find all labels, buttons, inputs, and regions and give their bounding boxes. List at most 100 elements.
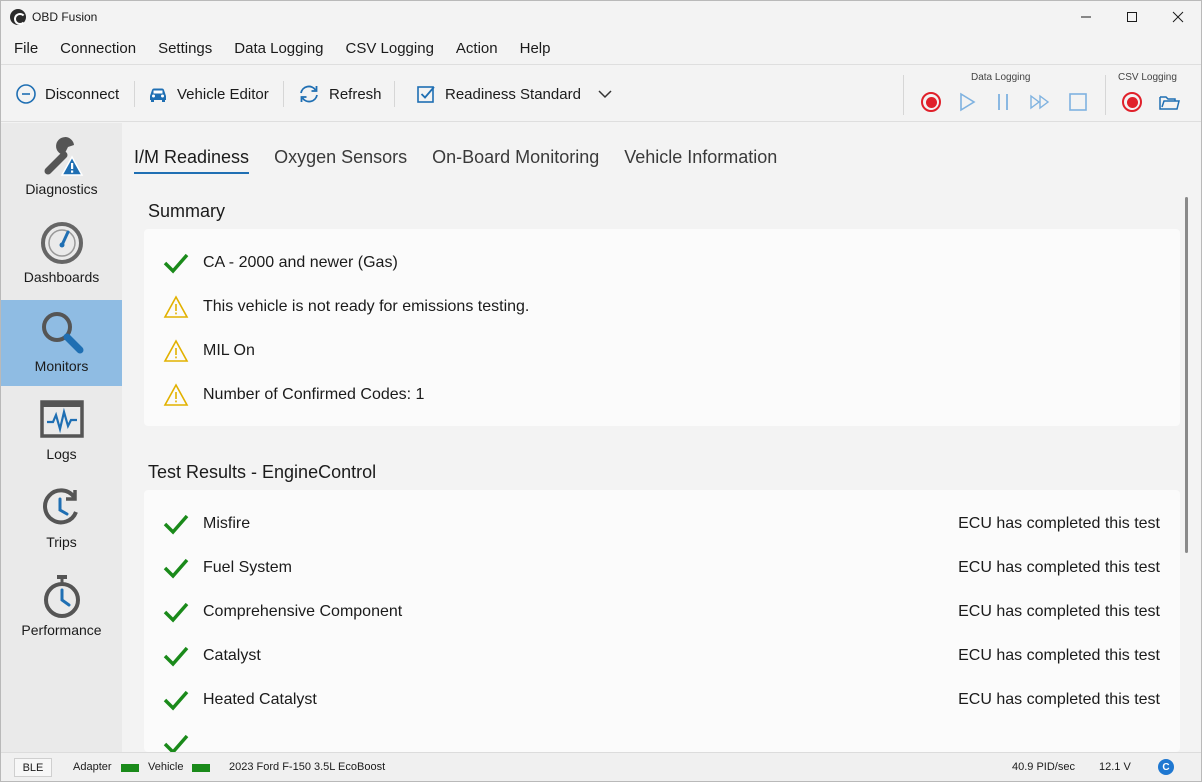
tab-oxygen-sensors[interactable]: Oxygen Sensors — [274, 147, 407, 174]
tab-on-board-monitoring[interactable]: On-Board Monitoring — [432, 147, 599, 174]
test-name: Heated Catalyst — [203, 691, 317, 708]
pause-icon — [998, 94, 1008, 110]
toolbar-divider — [394, 81, 395, 107]
warning-icon — [162, 381, 190, 409]
minimize-icon — [1081, 16, 1091, 17]
status-bar: BLE Adapter Vehicle 2023 Ford F-150 3.5L… — [1, 752, 1201, 781]
play-icon — [960, 92, 976, 112]
data-logging-pause-button[interactable] — [992, 91, 1014, 113]
adapter-status-indicator — [121, 764, 139, 772]
menu-settings[interactable]: Settings — [147, 34, 223, 64]
check-icon — [162, 686, 190, 714]
readiness-standard-label: Readiness Standard — [445, 85, 581, 103]
close-icon — [1172, 11, 1184, 22]
sidebar-label-diagnostics: Diagnostics — [25, 181, 98, 197]
data-logging-record-button[interactable] — [920, 91, 942, 113]
test-result-row-partial — [144, 722, 1180, 752]
sidebar-item-logs[interactable]: Logs — [1, 388, 122, 474]
test-result-row: Comprehensive Component ECU has complete… — [144, 590, 1180, 634]
car-icon — [150, 88, 166, 102]
maximize-button[interactable] — [1109, 1, 1155, 32]
sidebar-item-monitors[interactable]: Monitors — [1, 300, 122, 386]
tab-vehicle-information[interactable]: Vehicle Information — [624, 147, 777, 174]
chevron-down-icon — [598, 90, 612, 99]
vehicle-editor-button[interactable]: Vehicle Editor — [147, 79, 269, 109]
ble-badge: BLE — [14, 758, 52, 777]
data-logging-fast-forward-button[interactable] — [1029, 91, 1051, 113]
refresh-icon — [300, 85, 318, 103]
menu-connection[interactable]: Connection — [49, 34, 147, 64]
sidebar-item-diagnostics[interactable]: Diagnostics — [1, 123, 122, 209]
vertical-scrollbar[interactable] — [1185, 197, 1188, 553]
folder-icon — [1159, 96, 1180, 110]
stopwatch-icon — [38, 572, 86, 620]
warning-icon — [162, 337, 190, 365]
test-results-card: Misfire ECU has completed this test Fuel… — [144, 490, 1180, 752]
summary-row: Number of Confirmed Codes: 1 — [144, 373, 1180, 417]
csv-logging-record-button[interactable] — [1121, 91, 1143, 113]
test-result-row: Catalyst ECU has completed this test — [144, 634, 1180, 678]
gauge-icon — [38, 219, 86, 267]
adapter-label: Adapter — [73, 761, 112, 773]
tab-im-readiness[interactable]: I/M Readiness — [134, 147, 250, 174]
sidebar-item-performance[interactable]: Performance — [1, 564, 122, 650]
menu-csv-logging[interactable]: CSV Logging — [335, 34, 445, 64]
test-status: ECU has completed this test — [958, 691, 1160, 708]
check-icon — [162, 249, 190, 277]
data-logging-group-label: Data Logging — [971, 72, 1031, 83]
csv-logging-open-folder-button[interactable] — [1158, 91, 1180, 113]
menu-file[interactable]: File — [3, 34, 49, 64]
sidebar-label-trips: Trips — [46, 534, 77, 550]
test-name: Comprehensive Component — [203, 603, 403, 620]
pid-rate: 40.9 PID/sec — [1012, 761, 1075, 773]
summary-row: MIL On — [144, 329, 1180, 373]
summary-title: Summary — [148, 201, 226, 221]
check-icon — [162, 554, 190, 582]
sidebar-label-performance: Performance — [21, 622, 102, 638]
wrench-warning-icon — [38, 131, 86, 179]
data-logging-stop-button[interactable] — [1067, 91, 1089, 113]
sidebar-item-trips[interactable]: Trips — [1, 476, 122, 562]
connection-badge[interactable]: C — [1158, 759, 1174, 775]
vehicle-editor-label: Vehicle Editor — [177, 85, 269, 103]
disconnect-label: Disconnect — [45, 85, 120, 103]
vehicle-status-indicator — [192, 764, 210, 772]
menu-bar: File Connection Settings Data Logging CS… — [1, 34, 561, 64]
summary-card: CA - 2000 and newer (Gas) This vehicle i… — [144, 229, 1180, 426]
battery-voltage: 12.1 V — [1099, 761, 1131, 773]
app-logo-icon — [10, 8, 26, 25]
vehicle-name: 2023 Ford F-150 3.5L EcoBoost — [229, 761, 386, 773]
check-icon — [162, 510, 190, 538]
close-button[interactable] — [1155, 1, 1201, 32]
menu-action[interactable]: Action — [445, 34, 509, 64]
window-controls — [1063, 1, 1201, 32]
check-icon — [162, 730, 190, 752]
minimize-button[interactable] — [1063, 1, 1109, 32]
tab-bar: I/M Readiness Oxygen Sensors On-Board Mo… — [134, 147, 802, 174]
summary-text: CA - 2000 and newer (Gas) — [203, 254, 398, 271]
summary-text: MIL On — [203, 342, 255, 359]
app-window: OBD Fusion File Connection Settings Data… — [0, 0, 1202, 782]
summary-row: CA - 2000 and newer (Gas) — [144, 241, 1180, 285]
summary-text: This vehicle is not ready for emissions … — [203, 298, 530, 315]
test-name: Catalyst — [203, 647, 261, 664]
toolbar-divider — [903, 75, 904, 115]
refresh-button[interactable]: Refresh — [297, 79, 382, 109]
checkbox-icon — [417, 86, 435, 103]
test-result-row: Fuel System ECU has completed this test — [144, 546, 1180, 590]
title-bar: OBD Fusion — [1, 1, 1201, 32]
sidebar-item-dashboards[interactable]: Dashboards — [1, 211, 122, 297]
vehicle-label: Vehicle — [148, 761, 184, 773]
data-logging-play-button[interactable] — [956, 91, 978, 113]
menu-data-logging[interactable]: Data Logging — [223, 34, 334, 64]
maximize-icon — [1127, 11, 1137, 22]
toolbar: Disconnect Vehicle Editor Refresh Readin… — [1, 64, 1201, 122]
readiness-standard-dropdown[interactable]: Readiness Standard — [415, 79, 613, 109]
disconnect-icon — [16, 84, 36, 104]
menu-help[interactable]: Help — [509, 34, 562, 64]
toolbar-divider — [134, 81, 135, 107]
test-status: ECU has completed this test — [958, 647, 1160, 664]
test-status: ECU has completed this test — [958, 515, 1160, 532]
sidebar-label-monitors: Monitors — [34, 358, 89, 374]
disconnect-button[interactable]: Disconnect — [15, 79, 119, 109]
